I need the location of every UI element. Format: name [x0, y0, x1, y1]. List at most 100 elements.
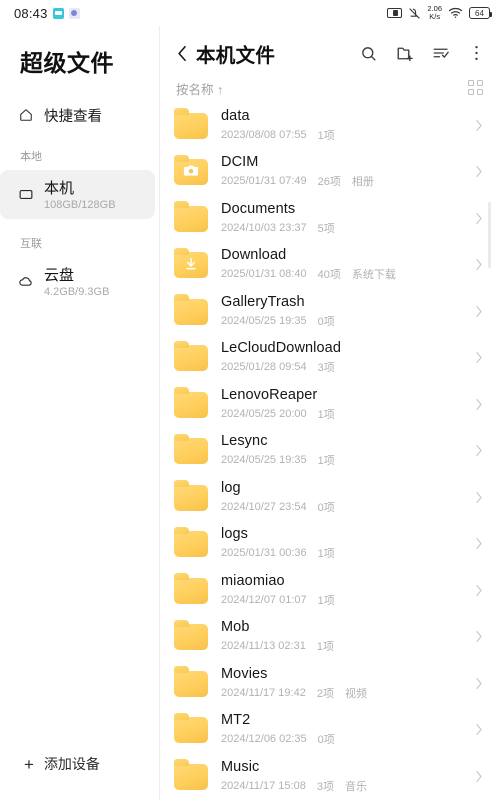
- file-name: LenovoReaper: [221, 386, 318, 403]
- file-row[interactable]: MT2 2024/12/06 02:35 0项: [160, 707, 500, 754]
- battery-level: 64: [475, 8, 484, 18]
- file-item-count: 26项: [317, 176, 341, 189]
- file-name: LeCloudDownload: [221, 340, 341, 357]
- file-row[interactable]: data 2023/08/08 07:55 1项: [160, 102, 500, 149]
- folder-shape: [174, 619, 208, 651]
- file-row[interactable]: LeCloudDownload 2025/01/28 09:54 3项: [160, 335, 500, 382]
- grid-view-icon[interactable]: [468, 80, 484, 96]
- file-row[interactable]: GalleryTrash 2024/05/25 19:35 0项: [160, 288, 500, 335]
- folder-camera-icon: [174, 154, 208, 186]
- file-row[interactable]: logs 2025/01/31 00:36 1项: [160, 521, 500, 568]
- chevron-right-icon[interactable]: [472, 398, 486, 411]
- sort-select-icon[interactable]: [431, 44, 450, 63]
- chevron-right-icon[interactable]: [472, 351, 486, 364]
- sort-label[interactable]: 按名称 ↑: [176, 79, 223, 98]
- file-meta: 2025/01/31 00:36 1项: [221, 545, 472, 561]
- file-name: Documents: [221, 200, 296, 217]
- file-list[interactable]: data 2023/08/08 07:55 1项 DCIM 2025/01/31 07:…: [160, 102, 500, 800]
- file-item-count: 1项: [317, 129, 335, 142]
- new-folder-icon[interactable]: [395, 44, 414, 63]
- file-row[interactable]: Movies 2024/11/17 19:42 2项 视频: [160, 660, 500, 707]
- file-name: Mob: [221, 619, 250, 636]
- chevron-right-icon[interactable]: [472, 770, 486, 783]
- chevron-right-icon[interactable]: [472, 584, 486, 597]
- file-item-count: 40项: [317, 269, 341, 282]
- chevron-right-icon[interactable]: [472, 212, 486, 225]
- download-glyph: [174, 257, 208, 271]
- file-row[interactable]: Music 2024/11/17 15:08 3项 音乐: [160, 753, 500, 800]
- file-info: LeCloudDownload 2025/01/28 09:54 3项: [221, 340, 472, 375]
- file-meta: 2025/01/28 09:54 3项: [221, 359, 472, 375]
- file-info: miaomiao 2024/12/07 01:07 1项: [221, 573, 472, 608]
- sidebar-item-this-device-texts: 本机 108GB/128GB: [44, 177, 116, 211]
- chevron-right-icon[interactable]: [472, 491, 486, 504]
- folder-download-icon: [174, 247, 208, 279]
- add-device-label: 添加设备: [43, 756, 100, 772]
- chevron-right-icon[interactable]: [472, 444, 486, 457]
- folder-shape: [174, 759, 208, 790]
- status-time: 08:43: [14, 5, 48, 21]
- file-info: Documents 2024/10/03 23:37 5项: [221, 201, 472, 236]
- file-name: logs: [221, 526, 248, 543]
- file-item-count: 0项: [317, 734, 335, 747]
- more-icon[interactable]: [467, 44, 486, 63]
- file-row[interactable]: Mob 2024/11/13 02:31 1项: [160, 614, 500, 661]
- sidebar-item-cloud-drive[interactable]: 云盘 4.2GB/9.3GB: [0, 257, 155, 306]
- file-item-count: 3项: [316, 780, 334, 793]
- file-tag: 视频: [344, 687, 367, 700]
- battery-icon: 64: [469, 7, 492, 19]
- file-meta: 2025/01/31 07:49 26项 相册: [221, 173, 472, 189]
- folder-shape: [174, 340, 208, 372]
- folder-shape: [174, 573, 208, 604]
- chevron-left-icon[interactable]: [172, 45, 192, 62]
- file-meta: 2023/08/08 07:55 1项: [221, 127, 472, 143]
- app-body: 超级文件 快捷查看 本地 本机 108GB/128GB 互联 云盘 4.2GB/…: [0, 26, 500, 800]
- file-row[interactable]: DCIM 2025/01/31 07:49 26项 相册: [160, 149, 500, 196]
- chevron-right-icon[interactable]: [472, 677, 486, 690]
- main-header: 本机文件: [160, 32, 500, 74]
- file-info: Mob 2024/11/13 02:31 1项: [221, 619, 472, 654]
- file-info: Lesync 2024/05/25 19:35 1项: [221, 433, 472, 468]
- file-info: DCIM 2025/01/31 07:49 26项 相册: [221, 154, 472, 189]
- search-icon[interactable]: [359, 44, 378, 63]
- file-meta: 2024/11/13 02:31 1项: [221, 638, 472, 654]
- file-name: Movies: [221, 665, 268, 682]
- file-manager-app: 08:43 2.06 K/s 64 超级文件 快捷查看 本地 本机 108GB/…: [0, 0, 500, 800]
- file-row[interactable]: log 2024/10/27 23:54 0项: [160, 474, 500, 521]
- file-meta: 2024/10/03 23:37 5项: [221, 220, 472, 236]
- page-title: 本机文件: [196, 44, 276, 67]
- app-title: 超级文件: [20, 50, 114, 76]
- chevron-right-icon[interactable]: [472, 305, 486, 318]
- file-row[interactable]: Documents 2024/10/03 23:37 5项: [160, 195, 500, 242]
- file-row[interactable]: LenovoReaper 2024/05/25 20:00 1项: [160, 381, 500, 428]
- folder-icon: [174, 201, 208, 233]
- chevron-right-icon[interactable]: [472, 537, 486, 550]
- file-row[interactable]: miaomiao 2024/12/07 01:07 1项: [160, 567, 500, 614]
- sidebar-nav: 快捷查看 本地 本机 108GB/128GB 互联 云盘 4.2GB/9.3GB: [0, 84, 159, 754]
- sidebar-item-quick-view[interactable]: 快捷查看: [0, 98, 159, 132]
- chevron-right-icon[interactable]: [472, 723, 486, 736]
- file-item-count: 1项: [317, 548, 335, 561]
- file-row[interactable]: Lesync 2024/05/25 19:35 1项: [160, 428, 500, 475]
- chevron-right-icon[interactable]: [472, 119, 486, 132]
- folder-icon: [174, 573, 208, 605]
- folder-shape: [174, 294, 208, 325]
- sidebar-item-this-device[interactable]: 本机 108GB/128GB: [0, 170, 155, 219]
- file-meta: 2024/11/17 15:08 3项 音乐: [221, 778, 472, 794]
- file-item-count: 1项: [317, 455, 335, 468]
- chevron-right-icon[interactable]: [472, 258, 486, 271]
- add-device-button[interactable]: + 添加设备: [0, 754, 159, 800]
- chevron-right-icon[interactable]: [472, 630, 486, 643]
- scrollbar[interactable]: [488, 202, 491, 268]
- file-tag: 相册: [351, 176, 374, 189]
- file-name: data: [221, 107, 250, 124]
- file-meta: 2024/05/25 19:35 1项: [221, 452, 472, 468]
- chevron-right-icon[interactable]: [472, 165, 486, 178]
- file-info: Music 2024/11/17 15:08 3项 音乐: [221, 759, 472, 794]
- folder-shape: [174, 247, 208, 279]
- file-name: miaomiao: [221, 572, 285, 589]
- folder-icon: [174, 108, 208, 140]
- app-badge-icon: [68, 7, 80, 19]
- sidebar-item-this-device-storage: 108GB/128GB: [44, 199, 116, 211]
- file-row[interactable]: Download 2025/01/31 08:40 40项 系统下载: [160, 242, 500, 289]
